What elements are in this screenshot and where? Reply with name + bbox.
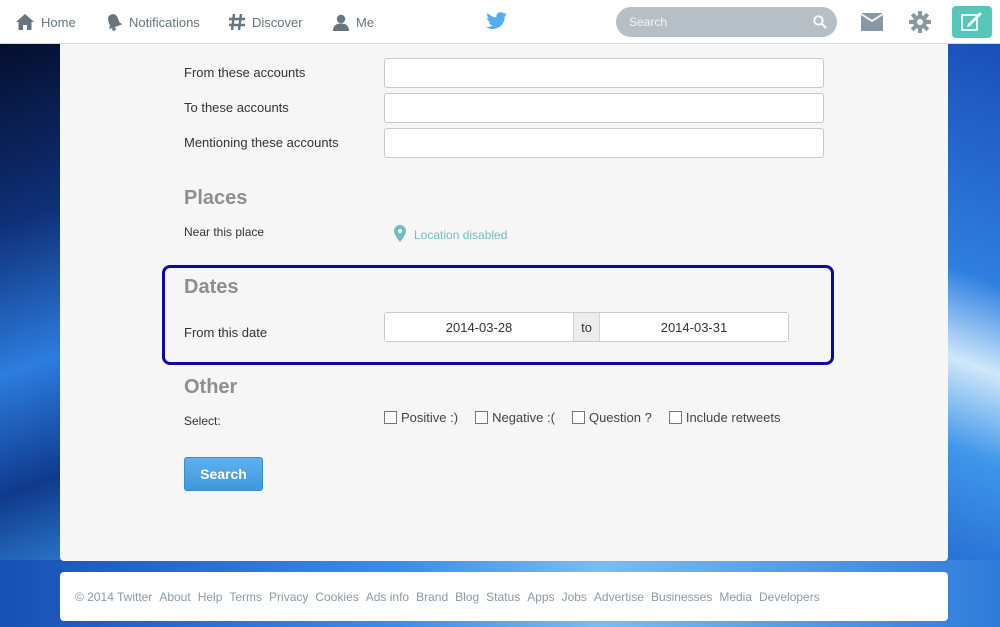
to-date-input[interactable]: [599, 313, 788, 341]
footer-link-brand[interactable]: Brand: [416, 590, 448, 604]
nav-home-label: Home: [41, 14, 76, 30]
search-input[interactable]: [616, 7, 806, 37]
footer-link-privacy[interactable]: Privacy: [269, 590, 308, 604]
negative-checkbox[interactable]: Negative :(: [475, 410, 555, 425]
advanced-search-panel: From these accounts To these accounts Me…: [60, 44, 948, 561]
twitter-bird-icon[interactable]: [486, 12, 508, 33]
negative-label: Negative :(: [492, 410, 555, 425]
from-date-input[interactable]: [385, 313, 574, 341]
person-icon: [332, 13, 350, 31]
footer-link-businesses[interactable]: Businesses: [651, 590, 712, 604]
from-accounts-input[interactable]: [384, 58, 824, 88]
checkbox-box[interactable]: [475, 411, 489, 424]
footer-link-advertise[interactable]: Advertise: [594, 590, 644, 604]
location-status: Location disabled: [414, 228, 508, 242]
nav-discover-label: Discover: [252, 14, 303, 30]
gear-icon[interactable]: [909, 11, 931, 36]
dates-section-title: Dates: [184, 276, 239, 298]
footer-link-cookies[interactable]: Cookies: [315, 590, 358, 604]
footer-link-status[interactable]: Status: [486, 590, 520, 604]
from-accounts-label: From these accounts: [184, 65, 306, 80]
nav-me[interactable]: Me: [332, 12, 374, 32]
hashtag-icon: [228, 13, 246, 31]
positive-label: Positive :): [401, 410, 459, 425]
magnifier-icon[interactable]: [813, 15, 827, 32]
top-navigation-bar: Home Notifications Discover Me: [0, 0, 1000, 44]
copyright: © 2014 Twitter: [75, 590, 153, 604]
footer-link-apps[interactable]: Apps: [527, 590, 554, 604]
footer-link-developers[interactable]: Developers: [759, 590, 820, 604]
date-separator: to: [573, 313, 600, 341]
checkbox-box[interactable]: [571, 411, 585, 424]
bell-icon: [105, 13, 123, 31]
mentioning-accounts-input[interactable]: [384, 128, 824, 158]
footer-link-media[interactable]: Media: [719, 590, 752, 604]
positive-checkbox[interactable]: Positive :): [384, 410, 458, 425]
search-box: [616, 7, 837, 37]
mentioning-accounts-label: Mentioning these accounts: [184, 135, 339, 150]
places-section-title: Places: [184, 187, 248, 209]
other-section-title: Other: [184, 376, 238, 398]
home-icon: [15, 13, 35, 31]
footer-link-jobs[interactable]: Jobs: [562, 590, 587, 604]
background-right: [948, 44, 1000, 627]
near-place-label: Near this place: [184, 225, 265, 239]
nav-me-label: Me: [356, 14, 375, 30]
nav-home[interactable]: Home: [15, 12, 76, 32]
footer-link-terms[interactable]: Terms: [229, 590, 262, 604]
question-checkbox[interactable]: Question ?: [571, 410, 652, 425]
nav-discover[interactable]: Discover: [228, 12, 303, 32]
footer: © 2014 Twitter About Help Terms Privacy …: [60, 572, 948, 621]
footer-link-ads-info[interactable]: Ads info: [366, 590, 409, 604]
footer-links: © 2014 Twitter About Help Terms Privacy …: [75, 590, 820, 604]
compose-tweet-button[interactable]: [952, 6, 992, 38]
question-label: Question ?: [588, 410, 652, 425]
compose-icon: [961, 11, 983, 34]
include-retweets-label: Include retweets: [685, 410, 781, 425]
checkbox-box[interactable]: [668, 411, 682, 424]
envelope-icon[interactable]: [861, 13, 883, 34]
footer-link-about[interactable]: About: [159, 590, 190, 604]
filter-options: Positive :) Negative :( Question ? Inclu…: [384, 410, 781, 425]
from-date-label: From this date: [184, 325, 268, 340]
checkbox-box[interactable]: [384, 411, 397, 424]
nav-notifications-label: Notifications: [129, 14, 200, 30]
footer-link-help[interactable]: Help: [198, 590, 223, 604]
to-accounts-input[interactable]: [384, 93, 824, 123]
background-left: [0, 44, 60, 627]
nav-notifications[interactable]: Notifications: [105, 12, 200, 32]
location-toggle[interactable]: Location disabled: [394, 225, 507, 245]
select-label: Select:: [184, 414, 221, 428]
footer-link-blog[interactable]: Blog: [455, 590, 479, 604]
date-range-group: to: [384, 312, 789, 342]
map-pin-icon: [394, 225, 406, 245]
search-button[interactable]: Search: [184, 457, 263, 491]
to-accounts-label: To these accounts: [184, 100, 289, 115]
include-retweets-checkbox[interactable]: Include retweets: [668, 410, 781, 425]
